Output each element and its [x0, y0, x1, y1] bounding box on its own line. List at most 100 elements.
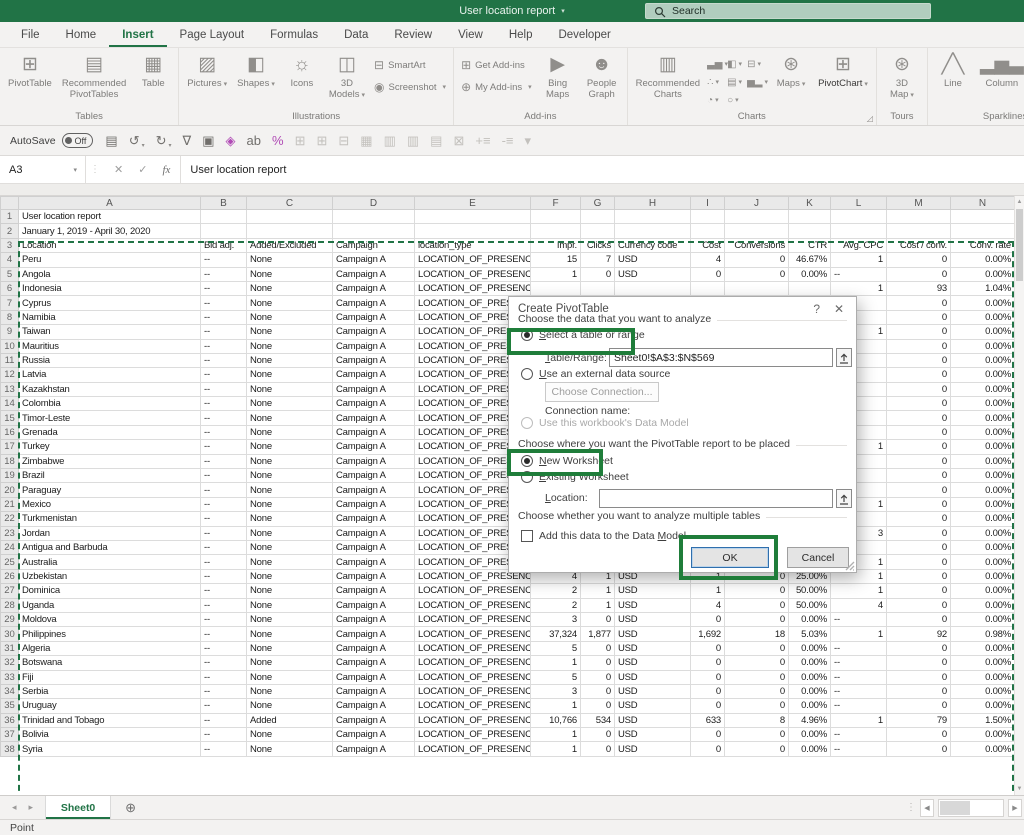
cell[interactable]: 633	[691, 713, 725, 727]
column-header-e[interactable]: E	[415, 197, 531, 210]
cell[interactable]: None	[247, 469, 333, 483]
cell[interactable]: None	[247, 325, 333, 339]
cell[interactable]: USD	[615, 742, 691, 756]
radio-external-source[interactable]: Use an external data source	[521, 368, 670, 380]
cell[interactable]: 1	[831, 713, 887, 727]
cell[interactable]: 50.00%	[789, 598, 831, 612]
cell[interactable]: 0.00%	[951, 267, 1015, 281]
row-header[interactable]: 14	[1, 397, 19, 411]
cell[interactable]: None	[247, 598, 333, 612]
cell[interactable]: Kazakhstan	[19, 382, 201, 396]
cell[interactable]: 0.00%	[789, 656, 831, 670]
new-sheet-button[interactable]: ⊕	[111, 796, 150, 819]
cell[interactable]: 0.00%	[951, 339, 1015, 353]
resize-grip-icon[interactable]	[844, 560, 855, 571]
ribbon-button-line[interactable]: ╱╲Line	[931, 50, 975, 89]
cell[interactable]: Added	[247, 713, 333, 727]
bubble-chart-icon[interactable]: ○▾	[727, 91, 747, 109]
cell[interactable]: --	[831, 728, 887, 742]
cell[interactable]: Uzbekistan	[19, 569, 201, 583]
cell[interactable]: Taiwan	[19, 325, 201, 339]
cell[interactable]: 0	[725, 684, 789, 698]
cell[interactable]: Conv. rate	[951, 238, 1015, 252]
cell[interactable]: 0.00%	[951, 440, 1015, 454]
cell[interactable]: LOCATION_OF_PRESENCE	[415, 670, 531, 684]
cell[interactable]: Currency code	[615, 238, 691, 252]
cell[interactable]: Uganda	[19, 598, 201, 612]
ribbon-button-bing-maps[interactable]: ▶BingMaps	[536, 50, 580, 100]
cell[interactable]	[831, 210, 887, 224]
cell[interactable]: Paraguay	[19, 483, 201, 497]
cell[interactable]: Campaign A	[333, 742, 415, 756]
cell[interactable]: Mexico	[19, 497, 201, 511]
cell[interactable]: 5	[531, 641, 581, 655]
table-icon[interactable]: ▣	[202, 133, 214, 149]
cell[interactable]: 0.00%	[789, 670, 831, 684]
cell[interactable]: Moldova	[19, 612, 201, 626]
cell[interactable]: --	[201, 296, 247, 310]
cell[interactable]: --	[201, 281, 247, 295]
cell[interactable]: USD	[615, 627, 691, 641]
cell[interactable]: Conversions	[725, 238, 789, 252]
cell[interactable]: 18	[725, 627, 789, 641]
ribbon-button-column[interactable]: ▂▅▃Column	[975, 50, 1024, 89]
cell[interactable]: 0	[887, 569, 951, 583]
cell[interactable]: 0.00%	[951, 512, 1015, 526]
tab-developer[interactable]: Developer	[545, 22, 623, 47]
cell[interactable]: None	[247, 382, 333, 396]
cell[interactable]: LOCATION_OF_PRESENCE	[415, 253, 531, 267]
cell[interactable]	[831, 224, 887, 238]
cell[interactable]	[615, 281, 691, 295]
border-left-icon[interactable]: ▥	[384, 133, 396, 149]
cell[interactable]: Campaign A	[333, 440, 415, 454]
cell[interactable]: 0	[887, 742, 951, 756]
cell[interactable]: 0	[691, 670, 725, 684]
cell[interactable]: None	[247, 699, 333, 713]
cell[interactable]: 0.00%	[789, 641, 831, 655]
cell[interactable]	[691, 281, 725, 295]
cell[interactable]: LOCATION_OF_PRESENCE	[415, 656, 531, 670]
ok-button[interactable]: OK	[691, 547, 769, 568]
ribbon-button-shapes[interactable]: ◧Shapes▾	[232, 50, 280, 90]
cell[interactable]: Campaign A	[333, 584, 415, 598]
cell[interactable]: 0	[691, 742, 725, 756]
row-header[interactable]: 10	[1, 339, 19, 353]
tab-formulas[interactable]: Formulas	[257, 22, 331, 47]
cell[interactable]	[201, 210, 247, 224]
cell[interactable]: Campaign A	[333, 253, 415, 267]
cell[interactable]: 1	[531, 728, 581, 742]
row-header[interactable]: 7	[1, 296, 19, 310]
row-header[interactable]: 29	[1, 612, 19, 626]
cell[interactable]: Syria	[19, 742, 201, 756]
cell[interactable]: 0.00%	[951, 296, 1015, 310]
row-header[interactable]: 38	[1, 742, 19, 756]
tab-split-handle[interactable]: ⋮	[906, 802, 916, 813]
cell[interactable]	[531, 224, 581, 238]
row-header[interactable]: 30	[1, 627, 19, 641]
cell[interactable]: --	[201, 325, 247, 339]
tab-page-layout[interactable]: Page Layout	[167, 22, 258, 47]
cell[interactable]: 0.00%	[789, 267, 831, 281]
column-header-k[interactable]: K	[789, 197, 831, 210]
border-inside-icon[interactable]: ▦	[360, 133, 372, 149]
cell[interactable]: Fiji	[19, 670, 201, 684]
cell[interactable]: 15	[531, 253, 581, 267]
cell[interactable]: Cost	[691, 238, 725, 252]
tab-insert[interactable]: Insert	[109, 22, 166, 47]
row-header[interactable]: 3	[1, 238, 19, 252]
cell[interactable]: 1	[831, 253, 887, 267]
cell[interactable]: January 1, 2019 - April 30, 2020	[19, 224, 201, 238]
cell[interactable]	[415, 210, 531, 224]
cell[interactable]: 0.00%	[951, 584, 1015, 598]
row-header[interactable]: 15	[1, 411, 19, 425]
cell[interactable]: 0	[725, 253, 789, 267]
cell[interactable]	[725, 281, 789, 295]
cell[interactable]: 0.00%	[951, 497, 1015, 511]
ribbon-button-smartart[interactable]: ⊟SmartArt	[374, 58, 446, 72]
cell[interactable]: 0	[887, 382, 951, 396]
cell[interactable]: None	[247, 555, 333, 569]
cell[interactable]: USD	[615, 598, 691, 612]
cell[interactable]: USD	[615, 267, 691, 281]
cell[interactable]: None	[247, 454, 333, 468]
cell[interactable]: 1	[831, 584, 887, 598]
